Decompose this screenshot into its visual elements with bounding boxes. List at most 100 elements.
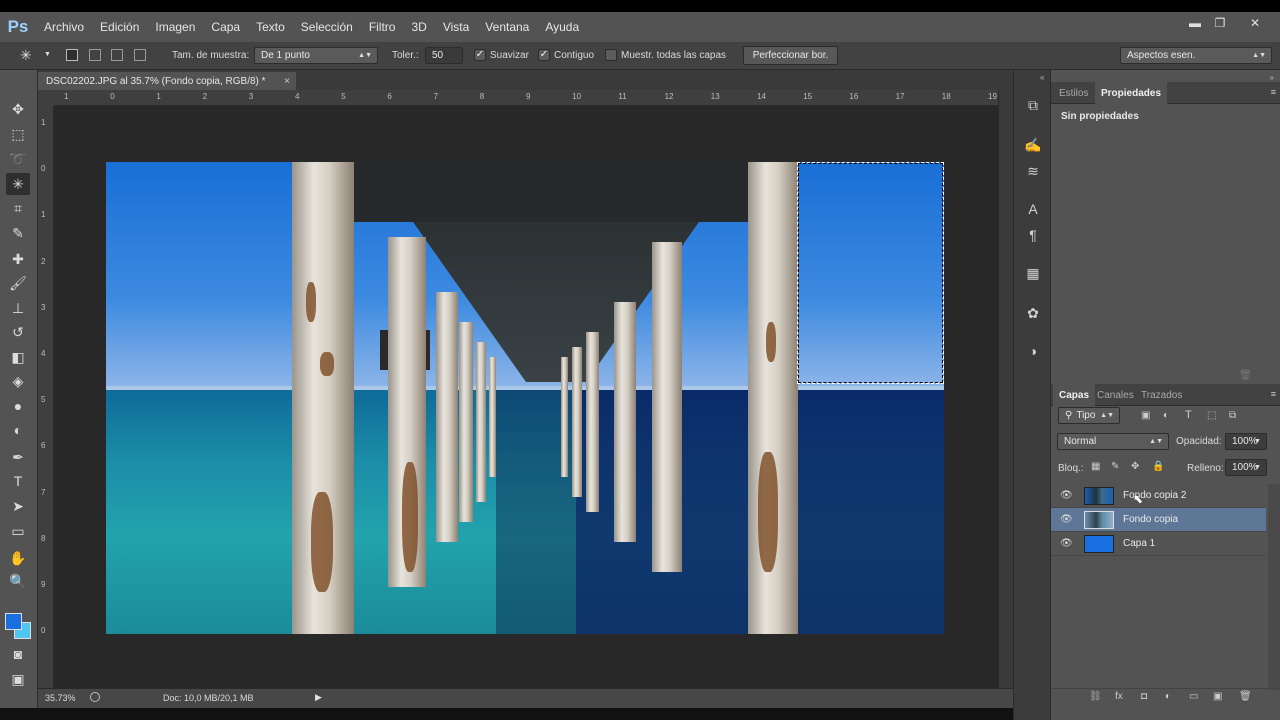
workspace-select[interactable]: Aspectos esen. ▲▼ (1120, 47, 1272, 64)
color-panel-icon[interactable]: ✿ (1022, 302, 1044, 324)
vertical-ruler[interactable]: 1 0 1 2 3 4 5 6 7 8 9 0 (38, 106, 54, 688)
tab-estilos[interactable]: Estilos (1053, 82, 1094, 104)
restore-button[interactable]: ❐ (1205, 12, 1235, 34)
paragraph-panel-icon[interactable]: ¶ (1022, 224, 1044, 246)
canvas-vertical-scrollbar[interactable] (998, 90, 1013, 688)
menu-ayuda[interactable]: Ayuda (537, 20, 587, 34)
menu-texto[interactable]: Texto (248, 20, 293, 34)
document-tab[interactable]: DSC02202.JPG al 35.7% (Fondo copia, RGB/… (38, 72, 296, 90)
link-layers-icon[interactable]: ⛓ (1089, 691, 1102, 702)
close-tab-icon[interactable]: × (284, 76, 290, 87)
layer-style-icon[interactable]: fx (1115, 691, 1123, 702)
rectangle-tool-icon[interactable]: ▭ (6, 520, 30, 542)
menu-ventana[interactable]: Ventana (477, 20, 537, 34)
filter-pixel-icon[interactable]: ▣ (1141, 410, 1150, 421)
add-selection-icon[interactable] (89, 49, 101, 61)
dodge-tool-icon[interactable]: ◐ (6, 419, 30, 441)
marquee-tool-icon[interactable]: ⬚ (6, 123, 30, 145)
sample-size-select[interactable]: De 1 punto ▲▼ (254, 47, 378, 64)
move-tool-icon[interactable]: ✥ (6, 98, 30, 120)
visibility-eye-icon[interactable]: 👁 (1060, 538, 1073, 549)
new-group-icon[interactable]: ▭ (1189, 691, 1198, 702)
brush-panel-icon[interactable]: ✍ (1022, 134, 1044, 156)
antialias-checkbox[interactable]: ✓ (474, 49, 486, 61)
properties-trash-icon[interactable]: 🗑 (1239, 370, 1252, 381)
sample-all-layers-checkbox[interactable] (605, 49, 617, 61)
layer-row[interactable]: 👁 Capa 1 (1051, 532, 1266, 556)
path-selection-icon[interactable]: ➤ (6, 495, 30, 517)
visibility-eye-icon[interactable]: 👁 (1060, 514, 1073, 525)
blend-mode-select[interactable]: Normal ▲▼ (1057, 433, 1169, 450)
type-tool-icon[interactable]: T (6, 470, 30, 492)
filter-adjust-icon[interactable]: ◐ (1163, 410, 1169, 421)
history-panel-icon[interactable]: ⧉ (1022, 94, 1044, 116)
add-mask-icon[interactable]: ◘ (1141, 691, 1147, 702)
delete-layer-icon[interactable]: 🗑 (1239, 691, 1252, 702)
tab-propiedades[interactable]: Propiedades (1095, 82, 1168, 104)
healing-brush-icon[interactable]: ✚ (6, 248, 30, 270)
clone-stamp-icon[interactable]: ⊥ (6, 297, 30, 319)
status-info-icon[interactable] (90, 692, 100, 702)
collapse-panels-icon[interactable]: » (1270, 73, 1274, 82)
layer-name[interactable]: Fondo copia (1123, 514, 1178, 525)
adjustments-panel-icon[interactable]: ≋ (1022, 160, 1044, 182)
magic-wand-tool-icon[interactable]: ✳ (6, 173, 30, 195)
brush-tool-icon[interactable]: 🖌 (6, 272, 30, 294)
status-menu-arrow-icon[interactable]: ▶ (315, 692, 322, 703)
menu-archivo[interactable]: Archivo (36, 20, 92, 34)
character-panel-icon[interactable]: A (1022, 198, 1044, 220)
eyedropper-tool-icon[interactable]: ✎ (6, 222, 30, 244)
lock-pixels-icon[interactable]: ✎ (1111, 461, 1119, 472)
opacity-input[interactable]: 100% ▼ (1225, 433, 1267, 450)
lock-position-icon[interactable]: ✥ (1131, 461, 1139, 472)
close-window-button[interactable]: ✕ (1240, 12, 1270, 34)
tab-trazados[interactable]: Trazados (1135, 384, 1188, 406)
history-brush-icon[interactable]: ↺ (6, 321, 30, 343)
menu-capa[interactable]: Capa (203, 20, 248, 34)
menu-vista[interactable]: Vista (435, 20, 477, 34)
menu-seleccion[interactable]: Selección (293, 20, 361, 34)
screen-mode-icon[interactable]: ▣ (6, 668, 30, 690)
magic-wand-icon[interactable]: ✳ (20, 47, 32, 64)
panel-menu-icon[interactable]: ≡ (1271, 87, 1276, 97)
eraser-tool-icon[interactable]: ◧ (6, 346, 30, 368)
intersect-selection-icon[interactable] (134, 49, 146, 61)
menu-imagen[interactable]: Imagen (147, 20, 203, 34)
panel-menu-icon[interactable]: ≡ (1271, 389, 1276, 399)
menu-3d[interactable]: 3D (403, 20, 434, 34)
tolerance-input[interactable]: 50 (425, 47, 463, 64)
zoom-level[interactable]: 35.73% (45, 693, 76, 703)
menu-edicion[interactable]: Edición (92, 20, 147, 34)
new-adjustment-icon[interactable]: ◐ (1165, 691, 1171, 702)
paint-bucket-icon[interactable]: ◈ (6, 370, 30, 392)
visibility-eye-icon[interactable]: 👁 (1060, 490, 1073, 501)
quick-mask-icon[interactable]: ◙ (6, 643, 30, 665)
marching-ants-selection[interactable] (797, 162, 944, 384)
canvas-area[interactable] (54, 106, 998, 688)
new-selection-icon[interactable] (66, 49, 78, 61)
contiguous-checkbox[interactable]: ✓ (538, 49, 550, 61)
layers-scrollbar[interactable] (1268, 484, 1280, 690)
collapse-dock-icon[interactable]: « (1040, 73, 1044, 82)
lock-all-icon[interactable]: 🔒 (1152, 461, 1164, 472)
fill-input[interactable]: 100% ▼ (1225, 459, 1267, 476)
layer-filter-select[interactable]: ⚲ Tipo ▲▼ (1058, 407, 1120, 424)
lock-transparent-icon[interactable]: ▦ (1091, 461, 1100, 472)
layer-row[interactable]: 👁 Fondo copia 2 ⬉ (1051, 484, 1266, 508)
pen-tool-icon[interactable]: ✒ (6, 446, 30, 468)
foreground-color-swatch[interactable] (5, 613, 22, 630)
layer-row[interactable]: 👁 Fondo copia (1051, 508, 1266, 532)
filter-smart-icon[interactable]: ⧉ (1229, 410, 1236, 421)
refine-edge-button[interactable]: Perfeccionar bor. (743, 46, 838, 65)
tab-capas[interactable]: Capas (1053, 384, 1096, 406)
menu-filtro[interactable]: Filtro (361, 20, 404, 34)
photo-pier-image[interactable] (106, 162, 944, 634)
hand-tool-icon[interactable]: ✋ (6, 547, 30, 569)
subtract-selection-icon[interactable] (111, 49, 123, 61)
layer-name[interactable]: Capa 1 (1123, 538, 1155, 549)
filter-shape-icon[interactable]: ⬚ (1207, 410, 1216, 421)
swatches-panel-icon[interactable]: ▦ (1022, 262, 1044, 284)
crop-tool-icon[interactable]: ⌗ (6, 197, 30, 219)
zoom-tool-icon[interactable]: 🔍 (6, 570, 30, 592)
filter-type-icon[interactable]: T (1185, 409, 1192, 421)
